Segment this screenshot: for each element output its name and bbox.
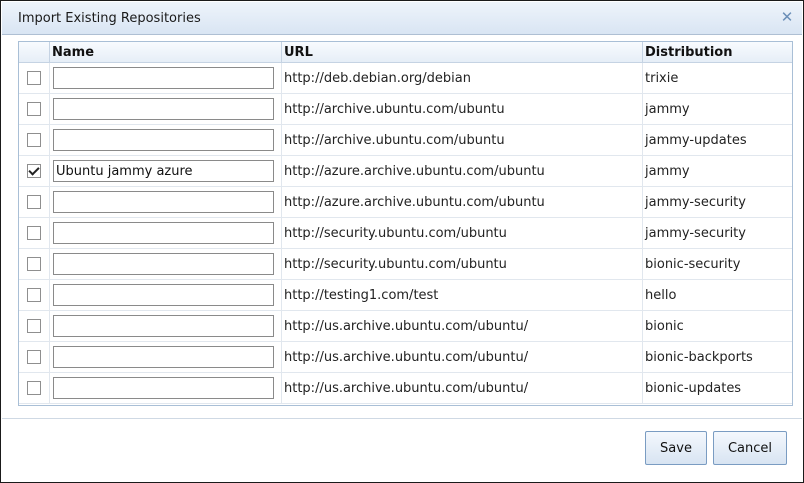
repository-name-input[interactable] <box>53 377 274 399</box>
dialog-titlebar[interactable]: Import Existing Repositories ✕ <box>2 2 802 35</box>
row-name-cell <box>49 279 282 311</box>
row-select-cell <box>19 341 50 373</box>
table-row[interactable]: http://azure.archive.ubuntu.com/ubuntuja… <box>19 155 792 187</box>
repository-name-input[interactable] <box>53 160 274 182</box>
row-url: http://archive.ubuntu.com/ubuntu <box>281 93 643 125</box>
row-name-cell <box>49 248 282 280</box>
row-distribution: jammy-security <box>642 217 792 249</box>
repository-name-input[interactable] <box>53 98 274 120</box>
table-row[interactable]: http://us.archive.ubuntu.com/ubuntu/bion… <box>19 310 792 342</box>
row-checkbox[interactable] <box>27 350 41 364</box>
repository-name-input[interactable] <box>53 67 274 89</box>
row-name-cell <box>49 62 282 94</box>
table-row[interactable]: http://security.ubuntu.com/ubuntu jammy-s… <box>19 217 792 249</box>
row-select-cell <box>19 310 50 342</box>
row-select-cell <box>19 372 50 404</box>
row-distribution: jammy <box>642 93 792 125</box>
repository-name-input[interactable] <box>53 129 274 151</box>
repository-name-input[interactable] <box>53 222 274 244</box>
row-distribution: jammy-security <box>642 186 792 218</box>
row-url: http://us.archive.ubuntu.com/ubuntu/ <box>281 310 643 342</box>
cancel-button[interactable]: Cancel <box>713 431 787 465</box>
row-select-cell <box>19 124 50 156</box>
row-name-cell <box>49 372 282 404</box>
row-checkbox[interactable] <box>27 71 41 85</box>
table-row[interactable]: http://azure.archive.ubuntu.com/ubuntuja… <box>19 186 792 218</box>
table-row[interactable]: http://archive.ubuntu.com/ubuntu jammy <box>19 93 792 125</box>
table-row[interactable]: http://us.archive.ubuntu.com/ubuntu/bion… <box>19 341 792 373</box>
row-url: http://azure.archive.ubuntu.com/ubuntu <box>281 155 643 187</box>
table-row[interactable]: http://us.archive.ubuntu.com/ubuntu/bion… <box>19 372 792 404</box>
table-row[interactable]: http://security.ubuntu.com/ubuntu bionic-… <box>19 248 792 280</box>
row-checkbox[interactable] <box>27 133 41 147</box>
repository-name-input[interactable] <box>53 253 274 275</box>
header-name[interactable]: Name <box>49 42 282 63</box>
save-button[interactable]: Save <box>645 431 707 465</box>
row-url: http://testing1.com/test <box>281 279 643 311</box>
row-url: http://us.archive.ubuntu.com/ubuntu/ <box>281 341 643 373</box>
row-select-cell <box>19 248 50 280</box>
row-name-cell <box>49 310 282 342</box>
row-name-cell <box>49 124 282 156</box>
repository-name-input[interactable] <box>53 346 274 368</box>
row-url: http://azure.archive.ubuntu.com/ubuntu <box>281 186 643 218</box>
row-url: http://security.ubuntu.com/ubuntu <box>281 248 643 280</box>
import-repositories-dialog: Import Existing Repositories ✕ Name URL … <box>0 0 804 483</box>
row-distribution: bionic <box>642 310 792 342</box>
header-distribution[interactable]: Distribution <box>642 42 792 63</box>
row-distribution: hello <box>642 279 792 311</box>
row-name-cell <box>49 93 282 125</box>
dialog-title: Import Existing Repositories <box>18 11 201 26</box>
row-checkbox[interactable] <box>27 102 41 116</box>
header-url[interactable]: URL <box>281 42 643 63</box>
row-select-cell <box>19 93 50 125</box>
row-checkbox[interactable] <box>27 226 41 240</box>
row-checkbox[interactable] <box>27 381 41 395</box>
row-url: http://deb.debian.org/debian <box>281 62 643 94</box>
row-select-cell <box>19 279 50 311</box>
row-checkbox[interactable] <box>27 319 41 333</box>
repository-name-input[interactable] <box>53 284 274 306</box>
row-url: http://archive.ubuntu.com/ubuntu <box>281 124 643 156</box>
row-checkbox[interactable] <box>27 164 41 178</box>
repository-name-input[interactable] <box>53 191 274 213</box>
row-distribution: bionic-backports <box>642 341 792 373</box>
row-distribution: bionic-security <box>642 248 792 280</box>
row-select-cell <box>19 186 50 218</box>
row-checkbox[interactable] <box>27 257 41 271</box>
repository-name-input[interactable] <box>53 315 274 337</box>
table-header-row: Name URL Distribution <box>19 42 792 63</box>
row-url: http://us.archive.ubuntu.com/ubuntu/ <box>281 372 643 404</box>
repositories-grid: Name URL Distribution http://deb.debian.… <box>18 41 793 406</box>
row-select-cell <box>19 155 50 187</box>
table-row[interactable]: http://archive.ubuntu.com/ubuntu jammy-up… <box>19 124 792 156</box>
table-row[interactable]: http://deb.debian.org/debian trixie <box>19 62 792 94</box>
footer-divider <box>2 418 802 419</box>
row-checkbox[interactable] <box>27 288 41 302</box>
row-checkbox[interactable] <box>27 195 41 209</box>
table-row[interactable]: http://testing1.com/test hello <box>19 279 792 311</box>
header-select <box>19 42 50 63</box>
row-select-cell <box>19 217 50 249</box>
row-select-cell <box>19 62 50 94</box>
row-distribution: jammy <box>642 155 792 187</box>
row-distribution: jammy-updates <box>642 124 792 156</box>
row-name-cell <box>49 155 282 187</box>
close-icon[interactable]: ✕ <box>780 10 794 25</box>
row-distribution: bionic-updates <box>642 372 792 404</box>
row-name-cell <box>49 217 282 249</box>
row-name-cell <box>49 341 282 373</box>
row-distribution: trixie <box>642 62 792 94</box>
row-name-cell <box>49 186 282 218</box>
row-url: http://security.ubuntu.com/ubuntu <box>281 217 643 249</box>
repositories-table: Name URL Distribution http://deb.debian.… <box>19 42 792 404</box>
